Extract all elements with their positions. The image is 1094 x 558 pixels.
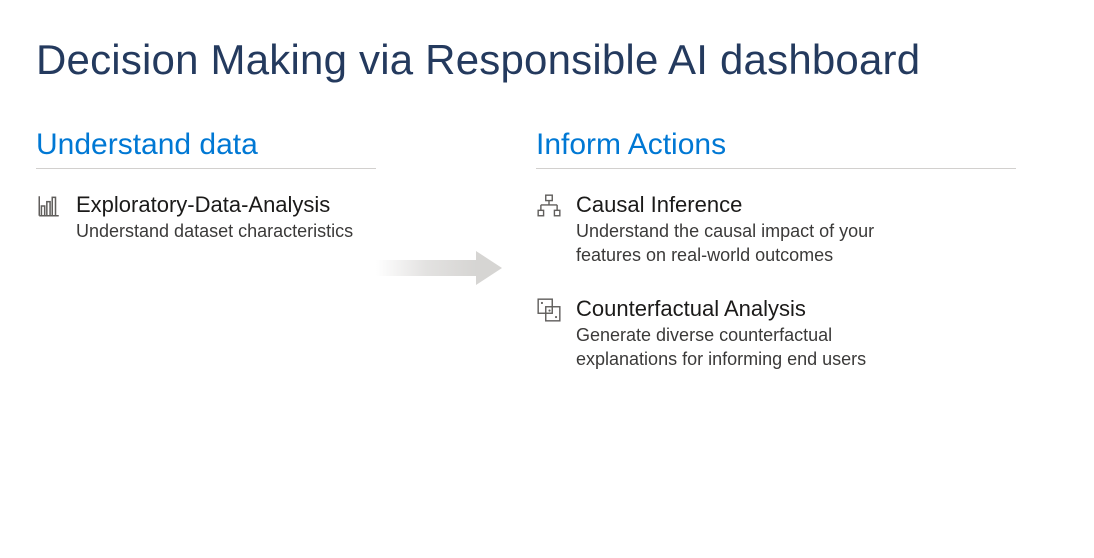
arrow-column	[376, 128, 536, 399]
item-eda: Exploratory-Data-Analysis Understand dat…	[36, 191, 376, 243]
section-heading-inform: Inform Actions	[536, 128, 1016, 162]
item-title: Exploratory-Data-Analysis	[76, 191, 353, 219]
section-heading-understand: Understand data	[36, 128, 376, 162]
item-desc: Understand dataset characteristics	[76, 219, 353, 243]
columns: Understand data Exploratory-Data-Analysi…	[36, 128, 1058, 399]
item-text: Counterfactual Analysis Generate diverse…	[576, 295, 896, 371]
item-causal-inference: Causal Inference Understand the causal i…	[536, 191, 1016, 267]
item-counterfactual: Counterfactual Analysis Generate diverse…	[536, 295, 1016, 371]
item-text: Exploratory-Data-Analysis Understand dat…	[76, 191, 353, 243]
item-desc: Generate diverse counterfactual explanat…	[576, 323, 896, 372]
item-title: Counterfactual Analysis	[576, 295, 896, 323]
item-desc: Understand the causal impact of your fea…	[576, 219, 896, 268]
arrow-right-icon	[376, 251, 506, 285]
divider	[536, 168, 1016, 169]
hierarchy-icon	[536, 193, 562, 219]
column-inform-actions: Inform Actions Causal Inference	[536, 128, 1016, 399]
column-understand-data: Understand data Exploratory-Data-Analysi…	[36, 128, 376, 399]
item-text: Causal Inference Understand the causal i…	[576, 191, 896, 267]
item-title: Causal Inference	[576, 191, 896, 219]
dice-icon	[536, 297, 562, 323]
bar-chart-icon	[36, 193, 62, 219]
slide: Decision Making via Responsible AI dashb…	[0, 0, 1094, 399]
divider	[36, 168, 376, 169]
page-title: Decision Making via Responsible AI dashb…	[36, 36, 1058, 84]
